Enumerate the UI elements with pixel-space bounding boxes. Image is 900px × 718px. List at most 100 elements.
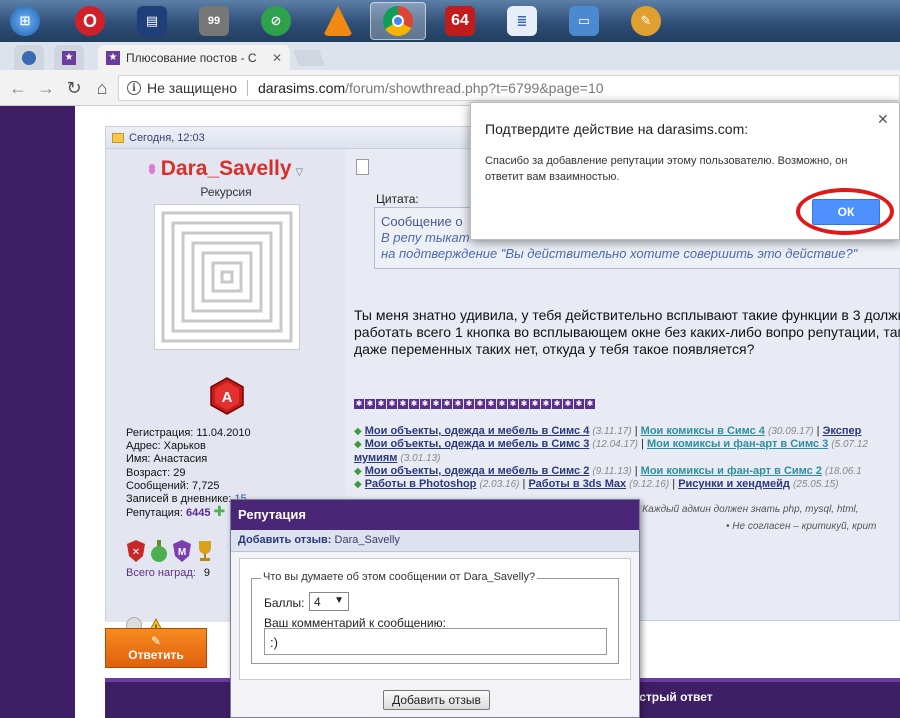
rating-star-icon: ✱ (354, 399, 364, 409)
document-icon (356, 159, 369, 175)
sig-link[interactable]: Мои объекты, одежда и мебель в Симс 4 (365, 425, 590, 437)
rating-star-icon: ✱ (519, 399, 529, 409)
rating-star-icon: ✱ (497, 399, 507, 409)
rating-star-icon: ✱ (387, 399, 397, 409)
awards-count: Всего наград: 9 (126, 567, 210, 579)
user-title: Рекурсия (200, 185, 252, 199)
rating-star-icon: ✱ (453, 399, 463, 409)
sig-link[interactable]: мумиям (354, 452, 397, 464)
username[interactable]: Dara_Savelly ▽ (106, 157, 346, 181)
taskbar-save[interactable]: ▤ (124, 2, 180, 40)
edit-icon: ✎ (150, 634, 162, 648)
forward-icon[interactable]: → (36, 78, 56, 98)
calendar-icon (112, 132, 124, 143)
rating-star-icon: ✱ (574, 399, 584, 409)
shield-award-icon[interactable]: ✕ (126, 539, 146, 563)
svg-text:A: A (222, 389, 233, 406)
rating-star-icon: ✱ (464, 399, 474, 409)
pinned-tab-2[interactable]: ★ (54, 45, 84, 70)
star-icon: ★ (62, 50, 76, 65)
taskbar-vlc[interactable] (310, 2, 366, 40)
m-award-icon[interactable]: M (172, 539, 192, 563)
admin-rank-icon: A (210, 377, 244, 415)
trophy-award-icon[interactable] (195, 539, 215, 563)
taskbar-network[interactable]: ▭ (556, 2, 612, 40)
potion-award-icon[interactable] (149, 539, 169, 563)
sig-link[interactable]: Мои объекты, одежда и мебель в Симс 3 (365, 438, 590, 450)
dialog-message: Спасибо за добавление репутации этому по… (485, 155, 848, 183)
svg-text:M: M (178, 547, 186, 558)
home-icon[interactable]: ⌂ (92, 78, 112, 98)
start-button[interactable]: ⊞ (2, 2, 48, 40)
add-feedback-button[interactable]: Добавить отзыв (383, 690, 490, 710)
taskbar-monitor[interactable]: 99 (186, 2, 242, 40)
computer-icon: ▭ (569, 6, 599, 36)
sig-link[interactable]: Мои объекты, одежда и мебель в Симс 2 (365, 465, 590, 477)
taskbar-chrome[interactable] (370, 2, 426, 40)
windows-taskbar: ⊞ O ▤ 99 ⊘ 64 ≣ ▭ ✎ (0, 0, 900, 42)
green-clip-icon: ⊘ (261, 6, 291, 36)
points-select[interactable]: 4 ▼ (309, 592, 349, 611)
highlight-circle (796, 188, 894, 235)
aida64-icon: 64 (445, 6, 475, 36)
rating-star-icon: ✱ (475, 399, 485, 409)
windows-logo-icon: ⊞ (10, 6, 40, 36)
comment-input[interactable]: :) (264, 628, 607, 655)
monitor-icon: 99 (199, 6, 229, 36)
rating-star-icon: ✱ (420, 399, 430, 409)
star-rating-row: ✱ ✱ ✱ ✱ ✱ ✱ ✱ ✱ ✱ ✱ ✱ ✱ ✱ ✱ ✱ ✱ ✱ ✱ ✱ ✱ ✱ ✱ (354, 399, 595, 409)
back-icon[interactable]: ← (8, 78, 28, 98)
quote-label: Цитата: (376, 192, 419, 206)
chevron-down-icon: ▼ (334, 595, 344, 606)
close-icon[interactable]: ✕ (272, 51, 282, 65)
rating-star-icon: ✱ (541, 399, 551, 409)
rating-star-icon: ✱ (376, 399, 386, 409)
info-icon[interactable]: i (127, 81, 141, 95)
quick-reply-title: ыстрый ответ (629, 690, 713, 704)
svg-text:✕: ✕ (132, 547, 140, 558)
reputation-value: 6445 (185, 507, 211, 520)
awards-row: ✕ M (126, 539, 215, 563)
site-favicon-icon: ★ (106, 50, 120, 65)
sig-link[interactable]: Мои комиксы и фан-арт в Симс 2 (641, 465, 822, 477)
sig-link[interactable]: Работы в Photoshop (365, 478, 477, 490)
sig-link[interactable]: Мои комиксы в Симс 4 (641, 425, 765, 437)
sig-link[interactable]: Мои комиксы и фан-арт в Симс 3 (647, 438, 828, 450)
vlc-icon (323, 6, 353, 36)
browser-tab-strip: ★ ★ Плюсование постов - С ✕ (0, 42, 900, 70)
tab-active[interactable]: ★ Плюсование постов - С ✕ (98, 45, 290, 70)
sig-link[interactable]: Работы в 3ds Max (528, 478, 626, 490)
dropdown-arrow-icon[interactable]: ▽ (296, 167, 304, 178)
url-host: darasims.com (258, 80, 346, 96)
rating-star-icon: ✱ (431, 399, 441, 409)
female-icon (148, 164, 155, 175)
reputation-popup-title: Репутация (231, 500, 639, 530)
document-icon: ≣ (507, 6, 537, 36)
rating-star-icon: ✱ (585, 399, 595, 409)
insecure-label: Не защищено (147, 80, 237, 96)
rating-star-icon: ✱ (365, 399, 375, 409)
floppy-icon: ▤ (137, 6, 167, 36)
taskbar-green-app[interactable]: ⊘ (248, 2, 304, 40)
rating-star-icon: ✱ (409, 399, 419, 409)
clock-icon (22, 50, 36, 65)
taskbar-notepad[interactable]: ≣ (494, 2, 550, 40)
taskbar-aida64[interactable]: 64 (432, 2, 488, 40)
signature-notes: • Каждый админ должен знать php, mysql, … (636, 504, 877, 532)
reputation-popup: Репутация Добавить отзыв: Dara_Savelly Ч… (230, 499, 640, 718)
sig-link[interactable]: Рисунки и хендмейд (678, 478, 790, 490)
tab-title: Плюсование постов - С (126, 50, 257, 65)
rating-star-icon: ✱ (552, 399, 562, 409)
pinned-tab-1[interactable] (14, 45, 44, 70)
opera-icon: O (75, 6, 105, 36)
address-bar[interactable]: i Не защищено darasims.com/forum/showthr… (118, 75, 900, 101)
url-path: /forum/showthread.php?t=6799&page=10 (345, 80, 604, 96)
sig-link[interactable]: Экспер (823, 425, 862, 437)
add-reputation-icon[interactable]: ✚ (213, 504, 225, 518)
reload-icon[interactable]: ↻ (64, 78, 84, 98)
reply-button[interactable]: ✎ Ответить (105, 628, 207, 668)
new-tab-button[interactable] (293, 50, 325, 66)
close-icon[interactable]: ✕ (877, 111, 889, 128)
taskbar-opera[interactable]: O (62, 2, 118, 40)
taskbar-paint[interactable]: ✎ (618, 2, 674, 40)
